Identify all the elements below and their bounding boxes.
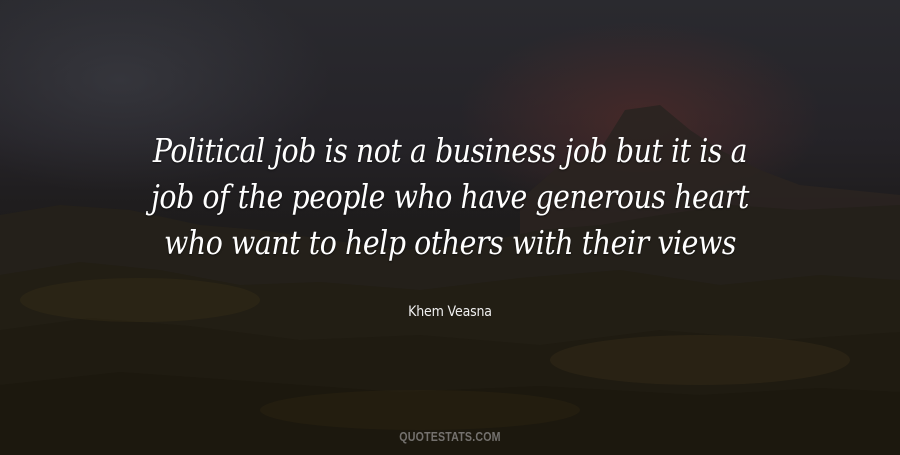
quote-line: Political job is not a business job but …	[152, 131, 748, 170]
quote-image: Political job is not a business job but …	[0, 0, 900, 455]
quote-author: Khem Veasna	[408, 304, 492, 320]
site-watermark: QUOTESTATS.COM	[399, 429, 501, 444]
quote-text: Political job is not a business job but …	[0, 128, 900, 266]
quote-line: who want to help others with their views	[164, 223, 736, 262]
quote-line: job of the people who have generous hear…	[151, 177, 749, 216]
